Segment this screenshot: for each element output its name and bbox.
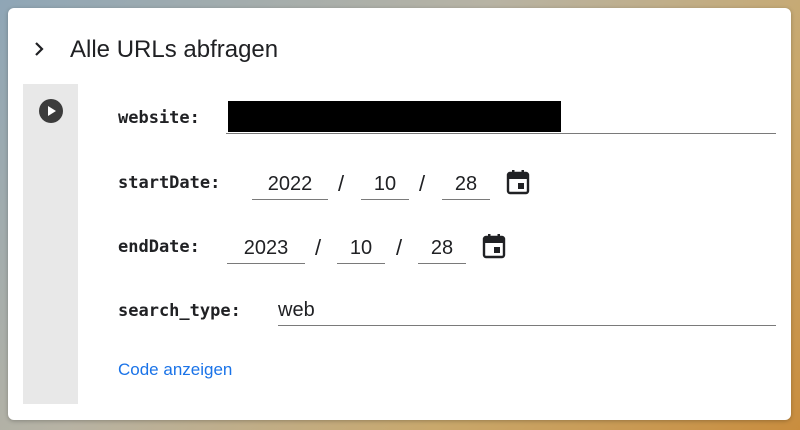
end-date-year-field[interactable]: 2023 (227, 234, 305, 264)
start-date-year-field[interactable]: 2022 (252, 170, 328, 200)
cell-title: Alle URLs abfragen (70, 36, 279, 63)
show-code-link[interactable]: Code anzeigen (118, 360, 232, 380)
start-date-label: startDate: (118, 173, 221, 193)
start-date-month-field[interactable]: 10 (361, 170, 409, 200)
date-separator: / (396, 235, 403, 260)
start-date-day-field[interactable]: 28 (442, 170, 490, 200)
end-date-day-field[interactable]: 28 (418, 234, 466, 264)
calendar-icon[interactable] (506, 169, 530, 195)
cell-header: Alle URLs abfragen (8, 8, 791, 88)
search-type-label: search_type: (118, 301, 241, 321)
search-type-field[interactable]: web (278, 296, 776, 326)
website-label: website: (118, 108, 200, 128)
play-icon[interactable] (39, 99, 63, 123)
end-date-month-field[interactable]: 10 (337, 234, 385, 264)
date-separator: / (419, 171, 426, 196)
date-separator: / (315, 235, 322, 260)
chevron-right-icon[interactable] (28, 38, 50, 60)
redaction-bar (228, 101, 561, 132)
notebook-cell: Alle URLs abfragen website: startDate: 2… (8, 8, 791, 420)
date-separator: / (338, 171, 345, 196)
calendar-icon[interactable] (482, 233, 506, 259)
end-date-label: endDate: (118, 237, 200, 257)
cell-gutter (23, 84, 78, 404)
